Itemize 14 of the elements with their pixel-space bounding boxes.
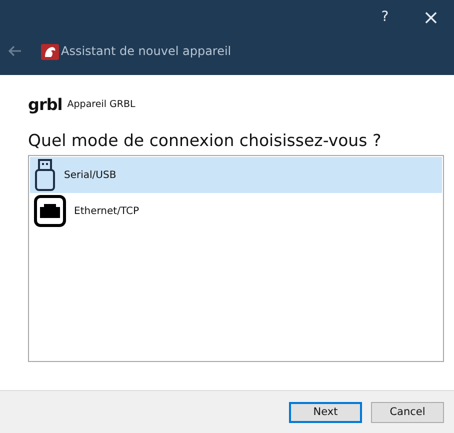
ethernet-port-icon	[34, 195, 66, 227]
help-button[interactable]: ?	[362, 0, 408, 34]
connection-option[interactable]: Serial/USB	[30, 157, 442, 193]
question-heading: Quel mode de connexion choisissez-vous ?	[28, 131, 382, 150]
device-name: Appareil GRBL	[67, 98, 136, 110]
usb-stick-icon	[34, 159, 56, 191]
app-icon	[41, 42, 59, 60]
dialog-button[interactable]: Cancel	[371, 402, 444, 422]
connection-option[interactable]: Ethernet/TCP	[30, 193, 442, 229]
window-title: Assistant de nouvel appareil	[61, 44, 232, 58]
close-button[interactable]: ×	[408, 0, 454, 34]
grbl-logo: grbl	[28, 94, 62, 114]
dialog-button[interactable]: Next	[289, 402, 362, 422]
back-arrow-icon[interactable]	[8, 45, 22, 57]
